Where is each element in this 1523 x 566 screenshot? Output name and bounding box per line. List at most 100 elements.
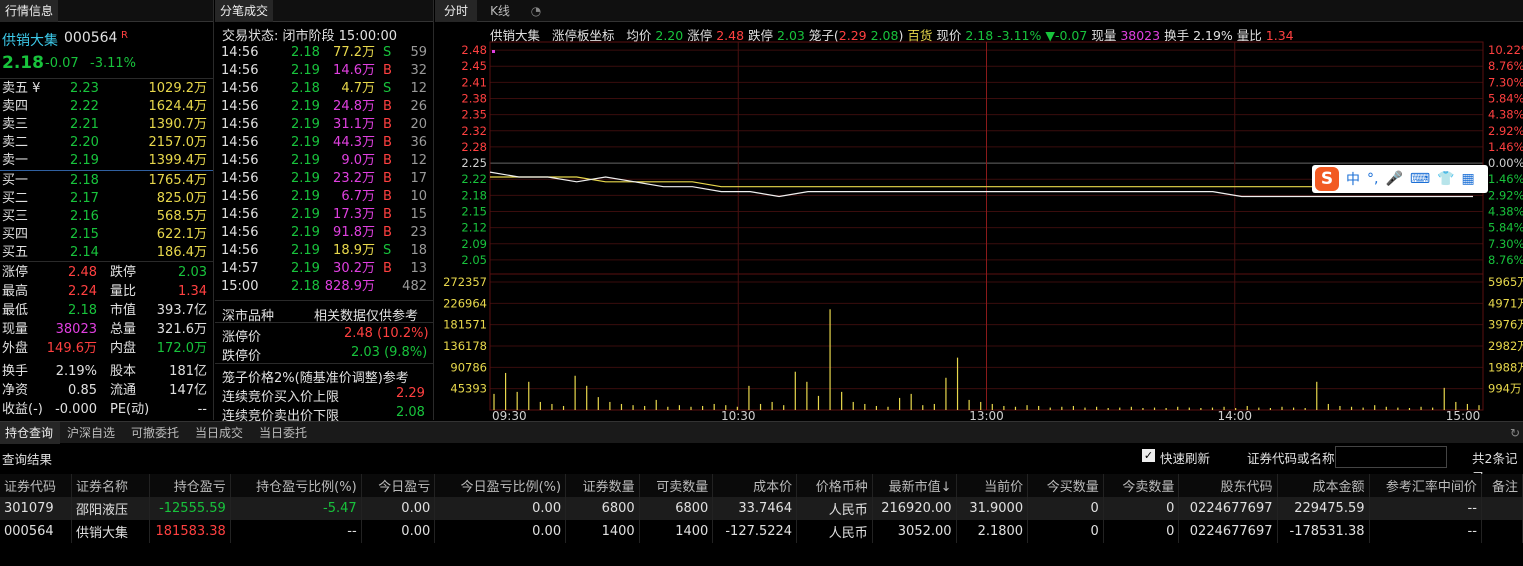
ime-menu-icon[interactable]: ▦ xyxy=(1462,171,1475,187)
tick-time: 14:56 xyxy=(221,117,259,132)
pct-tick-label: 4.38% xyxy=(1488,108,1523,122)
y-tick-label: 2.48 xyxy=(461,43,487,57)
column-header[interactable]: 当前价 xyxy=(956,474,1029,497)
column-header[interactable]: 证券数量 xyxy=(565,474,640,497)
history-icon[interactable]: ◔ xyxy=(523,0,549,22)
tick-row: 14:56 2.18 77.2万 S 59 xyxy=(215,44,433,62)
pct-tick-label: 5.84% xyxy=(1488,221,1523,235)
intraday-chart[interactable]: 2.48 10.22% 2.45 8.76% 2.41 7.30% 2.38 5.84% 2.3… xyxy=(435,40,1523,420)
tab-positions[interactable]: 持仓查询 xyxy=(0,422,60,444)
sogou-logo-icon[interactable]: S xyxy=(1315,167,1339,191)
tick-row: 15:00 2.18 828.9万 482 xyxy=(215,278,433,296)
tick-time: 14:56 xyxy=(221,81,259,96)
column-header[interactable]: 备注 xyxy=(1481,474,1523,497)
tick-count: 20 xyxy=(410,117,427,132)
stat-value: 172.0万 xyxy=(156,341,207,356)
column-header[interactable]: 价格币种 xyxy=(796,474,873,497)
ime-toolbar[interactable]: S 中 °, 🎤 ⌨ 👕 ▦ xyxy=(1312,165,1488,193)
pct-tick-label: 10.22% xyxy=(1488,43,1523,57)
orderbook-volume: 1029.2万 xyxy=(148,81,208,96)
column-header[interactable]: 持仓盈亏 xyxy=(149,474,231,497)
last-price: 2.18 xyxy=(2,53,44,73)
orderbook-row[interactable]: 卖四 2.22 1624.4万 xyxy=(0,98,213,116)
stat-label: 最低 xyxy=(2,303,29,318)
tab-ticks[interactable]: 分笔成交 xyxy=(215,0,274,22)
column-header[interactable]: 成本价 xyxy=(712,474,798,497)
column-header[interactable]: 可卖数量 xyxy=(639,474,714,497)
column-header[interactable]: 证券代码 xyxy=(0,474,73,497)
pct-tick-label: 7.30% xyxy=(1488,75,1523,89)
ime-mic-icon[interactable]: 🎤 xyxy=(1385,171,1402,187)
tab-quote-info[interactable]: 行情信息 xyxy=(0,0,59,22)
tab-kline[interactable]: K线 xyxy=(479,0,521,22)
orderbook-level-label: 买一 xyxy=(2,173,29,188)
tick-side: B xyxy=(383,63,392,78)
code-search-input[interactable] xyxy=(1335,446,1447,468)
tick-price: 2.19 xyxy=(291,99,320,114)
marker-dot xyxy=(492,50,495,53)
y-tick-label: 2.35 xyxy=(461,108,487,122)
orderbook-price: 2.18 xyxy=(70,173,99,188)
orderbook-row[interactable]: 买四 2.15 622.1万 xyxy=(0,226,213,244)
table-cell: 供销大集 xyxy=(71,520,150,543)
orderbook-row[interactable]: 卖三 2.21 1390.7万 xyxy=(0,116,213,134)
fast-refresh-checkbox[interactable]: ✓ xyxy=(1142,449,1155,462)
tick-volume: 31.1万 xyxy=(333,117,375,132)
stat-row: 外盘 149.6万 内盘 172.0万 xyxy=(0,340,213,358)
column-header[interactable]: 股东代码 xyxy=(1178,474,1278,497)
tick-count: 13 xyxy=(410,261,427,276)
table-cell: 0 xyxy=(1103,497,1180,520)
tab-watchlist[interactable]: 沪深自选 xyxy=(62,422,124,444)
orderbook-row[interactable]: 卖五 ¥ 2.23 1029.2万 xyxy=(0,80,213,98)
refresh-icon[interactable]: ↻ xyxy=(1505,422,1523,444)
tab-cancelable[interactable]: 可撤委托 xyxy=(126,422,188,444)
pct-tick-label: 4.38% xyxy=(1488,205,1523,219)
column-header[interactable]: 今卖数量 xyxy=(1103,474,1180,497)
tab-today-trades[interactable]: 当日成交 xyxy=(190,422,252,444)
tick-row: 14:56 2.19 44.3万 B 36 xyxy=(215,134,433,152)
orderbook-row[interactable]: 买三 2.16 568.5万 xyxy=(0,208,213,226)
orderbook-row[interactable]: 卖一 2.19 1399.4万 xyxy=(0,152,213,170)
ime-chinese-icon[interactable]: 中 xyxy=(1346,169,1360,189)
pct-tick-label: 1.46% xyxy=(1488,140,1523,154)
orderbook-row[interactable]: 卖二 2.20 2157.0万 xyxy=(0,134,213,152)
tick-count: 23 xyxy=(410,225,427,240)
ime-punct-icon[interactable]: °, xyxy=(1367,171,1378,187)
fast-refresh-label[interactable]: 快速刷新 xyxy=(1160,448,1210,467)
table-row[interactable]: 000564 供销大集 181583.38 -- 0.00 0.00 1400 1400 -12… xyxy=(0,520,1523,543)
ime-keyboard-icon[interactable]: ⌨ xyxy=(1410,171,1430,187)
column-header[interactable]: 今买数量 xyxy=(1027,474,1104,497)
ime-skin-icon[interactable]: 👕 xyxy=(1437,171,1454,187)
y-tick-label: 2.38 xyxy=(461,92,487,106)
table-cell: 0.00 xyxy=(361,520,436,543)
column-header[interactable]: 今日盈亏比例(%) xyxy=(434,474,567,497)
r-badge: R xyxy=(121,30,128,41)
column-header[interactable]: 证券名称 xyxy=(71,474,150,497)
orderbook-volume: 1765.4万 xyxy=(148,173,208,188)
stat-row: 现量 38023 总量 321.6万 xyxy=(0,321,213,339)
table-cell: 6800 xyxy=(565,497,640,520)
tab-today-orders[interactable]: 当日委托 xyxy=(254,422,316,444)
column-header[interactable]: 持仓盈亏比例(%) xyxy=(230,474,362,497)
tab-minute-chart[interactable]: 分时 xyxy=(435,0,477,22)
column-header[interactable]: 今日盈亏 xyxy=(361,474,436,497)
code-search-label: 证券代码或名称 xyxy=(1247,451,1335,466)
column-header[interactable]: 最新市值↓ xyxy=(872,474,957,497)
stat-label: 外盘 xyxy=(2,341,29,356)
orderbook-row[interactable]: 买二 2.17 825.0万 xyxy=(0,190,213,208)
table-cell xyxy=(1481,520,1523,543)
y-tick-label: 2.15 xyxy=(461,205,487,219)
orderbook-row[interactable]: 买一 2.18 1765.4万 xyxy=(0,172,213,190)
tick-price: 2.19 xyxy=(291,117,320,132)
tick-side: B xyxy=(383,225,392,240)
column-header[interactable]: 参考汇率中间价 xyxy=(1369,474,1482,497)
tick-row: 14:56 2.19 9.0万 B 12 xyxy=(215,152,433,170)
cage-buy-label: 连续竞价买入价上限 xyxy=(222,390,340,405)
orderbook-row[interactable]: 买五 2.14 186.4万 xyxy=(0,244,213,262)
stat-value: 393.7亿 xyxy=(156,303,207,318)
stat-label: 跌停 xyxy=(110,265,137,280)
table-row[interactable]: 301079 邵阳液压 -12555.59 -5.47 0.00 0.00 6800 6800… xyxy=(0,497,1523,520)
x-tick-label: 13:00 xyxy=(969,409,1004,420)
column-header[interactable]: 成本金额 xyxy=(1277,474,1370,497)
table-cell: 181583.38 xyxy=(149,520,231,543)
